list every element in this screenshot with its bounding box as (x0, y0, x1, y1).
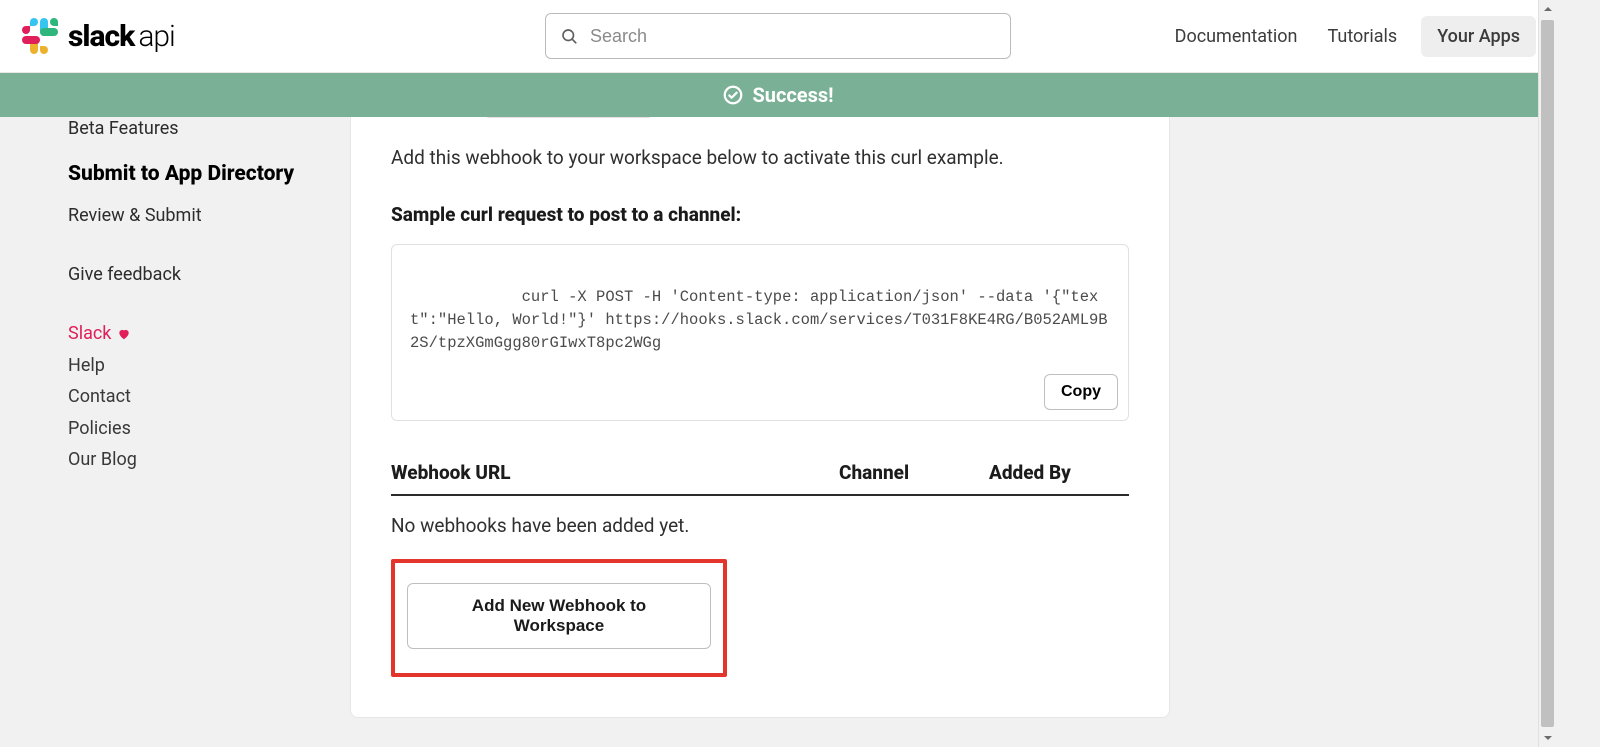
nav-tutorials[interactable]: Tutorials (1321, 18, 1403, 55)
webhook-table-header: Webhook URL Channel Added By (391, 461, 1129, 496)
add-webhook-highlight: Add New Webhook to Workspace (391, 559, 727, 677)
sidebar-link-contact[interactable]: Contact (68, 381, 328, 412)
sidebar-link-slack[interactable]: Slack (68, 317, 328, 350)
chevron-up-icon (1543, 4, 1553, 14)
brand-bold: slack (68, 19, 134, 54)
main-column: body of an application/json POST request… (350, 29, 1556, 718)
banner-text: Success! (752, 83, 833, 107)
sidebar-link-policies[interactable]: Policies (68, 413, 328, 444)
col-webhook-url: Webhook URL (391, 461, 839, 484)
content-card: body of an application/json POST request… (350, 73, 1170, 718)
add-new-webhook-button[interactable]: Add New Webhook to Workspace (407, 583, 711, 649)
search-wrap (545, 13, 1011, 59)
copy-button[interactable]: Copy (1044, 374, 1118, 410)
search-icon (560, 27, 578, 45)
search-input[interactable] (588, 25, 996, 48)
sidebar-link-help[interactable]: Help (68, 350, 328, 381)
empty-state-text: No webhooks have been added yet. (391, 514, 1129, 537)
sample-curl-heading: Sample curl request to post to a channel… (391, 203, 1129, 226)
check-circle-icon (722, 84, 744, 106)
brand-light: api (138, 19, 174, 54)
success-banner: Success! (0, 73, 1556, 117)
sidebar-item-beta-features[interactable]: Beta Features (68, 112, 328, 145)
vertical-scrollbar[interactable] (1538, 0, 1556, 747)
top-nav: Documentation Tutorials Your Apps (1169, 16, 1556, 57)
nav-your-apps[interactable]: Your Apps (1421, 16, 1536, 57)
paragraph-activate: Add this webhook to your workspace below… (391, 146, 1129, 169)
sidebar-item-give-feedback[interactable]: Give feedback (68, 258, 328, 291)
viewport: slack api Documentation Tutorials Your A… (0, 0, 1556, 747)
code-sample-box: curl -X POST -H 'Content-type: applicati… (391, 244, 1129, 422)
slack-icon (22, 18, 58, 54)
sidebar-item-label: Review & Submit (68, 205, 202, 226)
sidebar-link-our-blog[interactable]: Our Blog (68, 444, 328, 475)
search-box[interactable] (545, 13, 1011, 59)
sidebar-item-label: Slack (68, 321, 111, 346)
scroll-thumb[interactable] (1541, 20, 1554, 727)
banner-layer: Success! (0, 73, 1556, 117)
sidebar-section-submit: Submit to App Directory (68, 145, 328, 198)
sidebar-item-label: Give feedback (68, 264, 181, 285)
code-sample-text: curl -X POST -H 'Content-type: applicati… (410, 288, 1108, 353)
chevron-down-icon (1543, 733, 1553, 743)
nav-documentation[interactable]: Documentation (1169, 18, 1304, 55)
sidebar-item-label: Beta Features (68, 118, 179, 139)
scroll-down-button[interactable] (1539, 729, 1556, 747)
col-added-by: Added By (989, 461, 1129, 484)
below-header: App Manifest NEW Beta Features Submit to… (0, 29, 1556, 703)
col-channel: Channel (839, 461, 989, 484)
brand-logo[interactable]: slack api (22, 18, 175, 54)
sidebar-item-review-submit[interactable]: Review & Submit (68, 199, 328, 232)
sidebar: App Manifest NEW Beta Features Submit to… (0, 73, 350, 495)
brand-text: slack api (68, 19, 175, 54)
scroll-up-button[interactable] (1539, 0, 1556, 18)
heart-icon (117, 327, 131, 341)
top-header: slack api Documentation Tutorials Your A… (0, 0, 1556, 73)
